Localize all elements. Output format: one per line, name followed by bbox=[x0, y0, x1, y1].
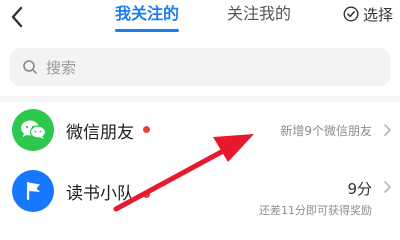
active-tab-indicator bbox=[115, 29, 179, 32]
list-item-subtext: 还差11分即可获得奖励 bbox=[259, 204, 372, 217]
score-value: 9分 bbox=[347, 180, 372, 198]
list-item-title: 微信朋友 bbox=[66, 123, 134, 143]
back-button[interactable] bbox=[6, 4, 28, 30]
chevron-left-icon bbox=[11, 6, 23, 28]
new-badge-dot bbox=[143, 191, 150, 198]
list-item-wechat-friends[interactable]: 微信朋友 新增9个微信朋友 bbox=[0, 102, 400, 158]
list-item-title: 读书小队 bbox=[66, 184, 134, 204]
top-bar: 我关注的 关注我的 选择 bbox=[0, 0, 400, 40]
list-item-subtext: 新增9个微信朋友 bbox=[280, 124, 372, 138]
flag-icon bbox=[12, 170, 54, 212]
chevron-right-icon bbox=[384, 181, 391, 193]
check-circle-icon bbox=[343, 6, 359, 22]
tab-followers[interactable]: 关注我的 bbox=[227, 4, 291, 24]
new-badge-dot bbox=[143, 126, 150, 133]
chevron-right-icon bbox=[384, 124, 391, 136]
select-label: 选择 bbox=[363, 5, 394, 24]
search-icon bbox=[22, 59, 38, 75]
list-item-reading-team[interactable]: 读书小队 9分 还差11分即可获得奖励 bbox=[0, 162, 400, 218]
tab-following[interactable]: 我关注的 bbox=[115, 4, 179, 24]
wechat-icon bbox=[12, 109, 54, 151]
search-placeholder: 搜索 bbox=[46, 58, 77, 77]
select-button[interactable]: 选择 bbox=[343, 4, 393, 24]
search-input[interactable]: 搜索 bbox=[10, 48, 390, 86]
